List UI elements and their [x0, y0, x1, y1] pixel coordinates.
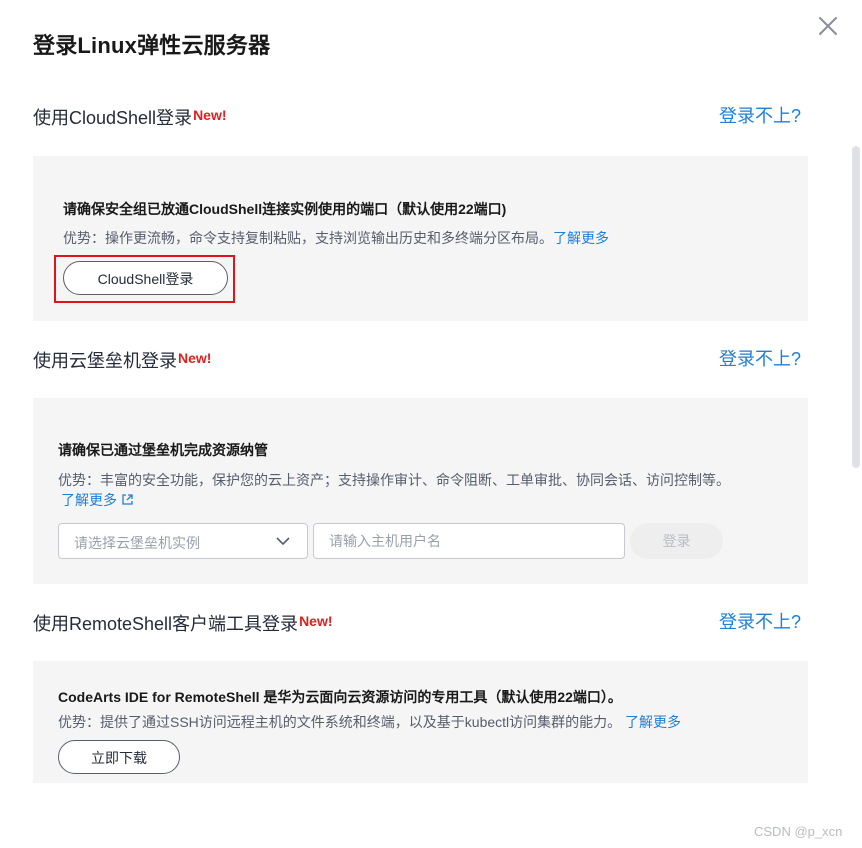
remoteshell-panel: CodeArts IDE for RemoteShell 是华为云面向云资源访问…: [33, 661, 808, 783]
remoteshell-desc: 优势：提供了通过SSH访问远程主机的文件系统和终端，以及基于kubectl访问集…: [58, 714, 622, 730]
scrollbar[interactable]: [852, 146, 860, 468]
download-button[interactable]: 立即下载: [58, 740, 180, 774]
bastion-panel: 请确保已通过堡垒机完成资源纳管 优势：丰富的安全功能，保护您的云上资产；支持操作…: [33, 398, 808, 584]
dialog-title: 登录Linux弹性云服务器: [33, 33, 271, 58]
new-badge: New!: [299, 613, 333, 629]
bastion-heading: 请确保已通过堡垒机完成资源纳管: [58, 442, 268, 458]
cloudshell-section-title: 使用CloudShell登录: [33, 108, 193, 128]
external-link-icon: [122, 494, 133, 505]
remoteshell-help-link[interactable]: 登录不上?: [719, 608, 801, 634]
cloudshell-panel: 请确保安全组已放通CloudShell连接实例使用的端口（默认使用22端口) 优…: [33, 156, 808, 321]
bastion-learn-more-text: 了解更多: [61, 492, 117, 508]
remoteshell-learn-more-link[interactable]: 了解更多: [625, 714, 681, 730]
cloudshell-section-header: 使用CloudShell登录New! 登录不上?: [33, 104, 801, 134]
cloudshell-help-link[interactable]: 登录不上?: [719, 102, 801, 128]
remoteshell-section-header: 使用RemoteShell客户端工具登录New! 登录不上?: [33, 610, 801, 640]
new-badge: New!: [193, 107, 227, 123]
remoteshell-desc-line: 优势：提供了通过SSH访问远程主机的文件系统和终端，以及基于kubectl访问集…: [58, 712, 681, 732]
cloudshell-heading: 请确保安全组已放通CloudShell连接实例使用的端口（默认使用22端口): [63, 201, 507, 217]
host-username-input[interactable]: [313, 523, 625, 559]
cloudshell-learn-more-link[interactable]: 了解更多: [553, 230, 609, 246]
remoteshell-section-title: 使用RemoteShell客户端工具登录: [33, 614, 299, 634]
chevron-down-icon: [276, 537, 290, 546]
close-icon: [819, 17, 837, 35]
new-badge: New!: [178, 350, 212, 366]
cloudshell-desc: 优势：操作更流畅，命令支持复制粘贴，支持浏览输出历史和多终端分区布局。: [63, 230, 553, 246]
bastion-instance-select[interactable]: 请选择云堡垒机实例: [58, 523, 308, 559]
cloudshell-desc-line: 优势：操作更流畅，命令支持复制粘贴，支持浏览输出历史和多终端分区布局。了解更多: [63, 228, 609, 248]
bastion-desc: 优势：丰富的安全功能，保护您的云上资产；支持操作审计、命令阻断、工单审批、协同会…: [58, 472, 730, 488]
bastion-select-placeholder: 请选择云堡垒机实例: [74, 535, 200, 551]
bastion-login-button[interactable]: 登录: [630, 523, 723, 559]
close-button[interactable]: [814, 12, 842, 40]
watermark: CSDN @p_xcn: [754, 824, 843, 839]
bastion-help-link[interactable]: 登录不上?: [719, 345, 801, 371]
bastion-section-header: 使用云堡垒机登录New! 登录不上?: [33, 347, 801, 377]
cloudshell-login-button[interactable]: CloudShell登录: [63, 261, 228, 295]
bastion-section-title: 使用云堡垒机登录: [33, 351, 177, 371]
remoteshell-heading: CodeArts IDE for RemoteShell 是华为云面向云资源访问…: [58, 689, 622, 705]
bastion-learn-more-link[interactable]: 了解更多: [61, 490, 134, 510]
login-dialog: 登录Linux弹性云服务器 使用CloudShell登录New! 登录不上? 请…: [0, 0, 862, 848]
